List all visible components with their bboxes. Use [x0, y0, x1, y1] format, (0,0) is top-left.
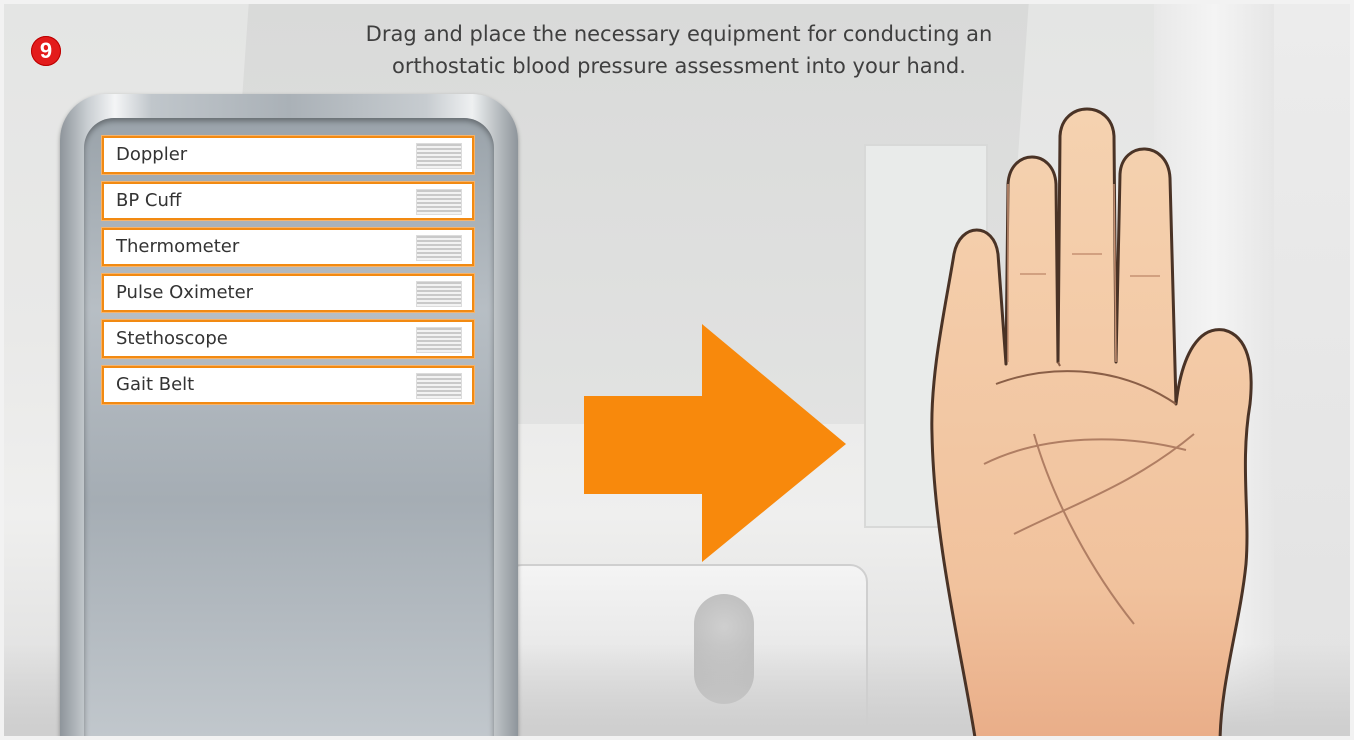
equipment-item-label: Doppler — [116, 144, 188, 165]
drag-handle-icon[interactable] — [416, 235, 462, 261]
equipment-item-label: Pulse Oximeter — [116, 282, 254, 303]
equipment-item-label: Stethoscope — [116, 328, 228, 349]
step-number-badge: 9 — [31, 36, 61, 66]
drag-handle-icon[interactable] — [416, 143, 462, 169]
equipment-item-label: BP Cuff — [116, 190, 182, 211]
instruction-line-1: Drag and place the necessary equipment f… — [365, 22, 993, 46]
equipment-item-stethoscope[interactable]: Stethoscope — [102, 320, 474, 358]
equipment-item-bp-cuff[interactable]: BP Cuff — [102, 182, 474, 220]
equipment-list: Doppler BP Cuff Thermometer Pulse Oximet… — [102, 136, 474, 412]
equipment-item-gait-belt[interactable]: Gait Belt — [102, 366, 474, 404]
instruction-text: Drag and place the necessary equipment f… — [304, 18, 1054, 82]
drag-handle-icon[interactable] — [416, 189, 462, 215]
open-hand-icon[interactable] — [924, 104, 1264, 740]
equipment-item-label: Thermometer — [116, 236, 240, 257]
equipment-item-thermometer[interactable]: Thermometer — [102, 228, 474, 266]
equipment-item-doppler[interactable]: Doppler — [102, 136, 474, 174]
instruction-line-2: orthostatic blood pressure assessment in… — [392, 54, 966, 78]
drag-handle-icon[interactable] — [416, 327, 462, 353]
drag-handle-icon[interactable] — [416, 281, 462, 307]
equipment-item-pulse-oximeter[interactable]: Pulse Oximeter — [102, 274, 474, 312]
screen-frame: 9 Drag and place the necessary equipment… — [0, 0, 1354, 740]
drag-handle-icon[interactable] — [416, 373, 462, 399]
equipment-item-label: Gait Belt — [116, 374, 195, 395]
arrow-right-icon — [584, 324, 846, 562]
